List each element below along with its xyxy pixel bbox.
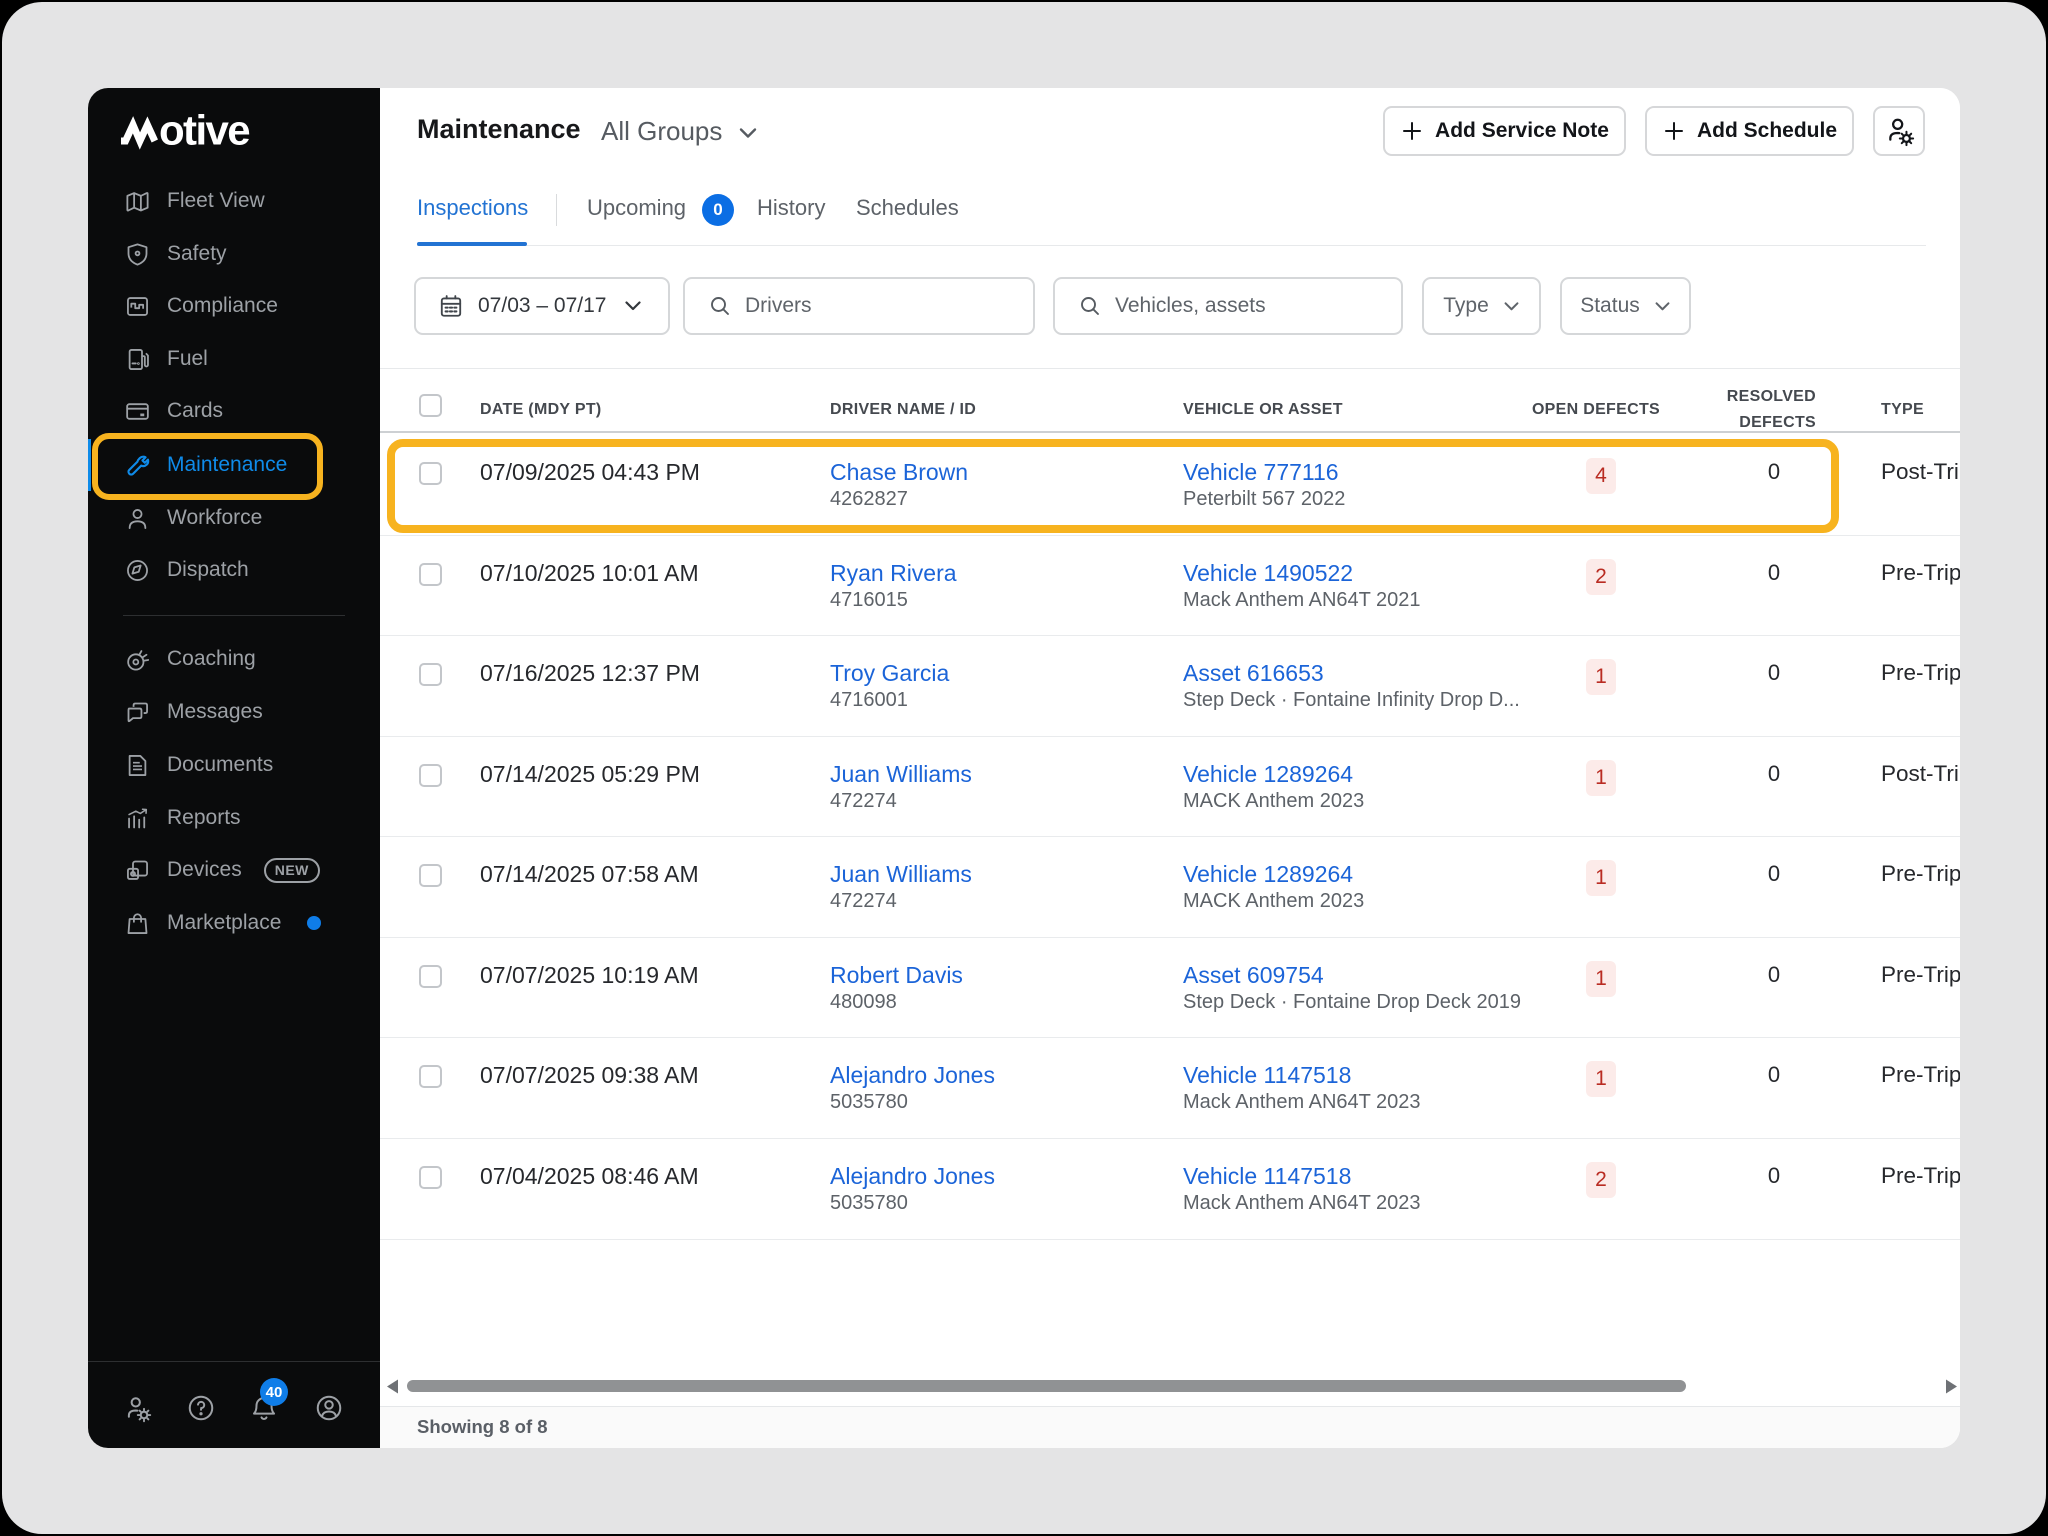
svg-text:otive: otive bbox=[159, 113, 249, 150]
